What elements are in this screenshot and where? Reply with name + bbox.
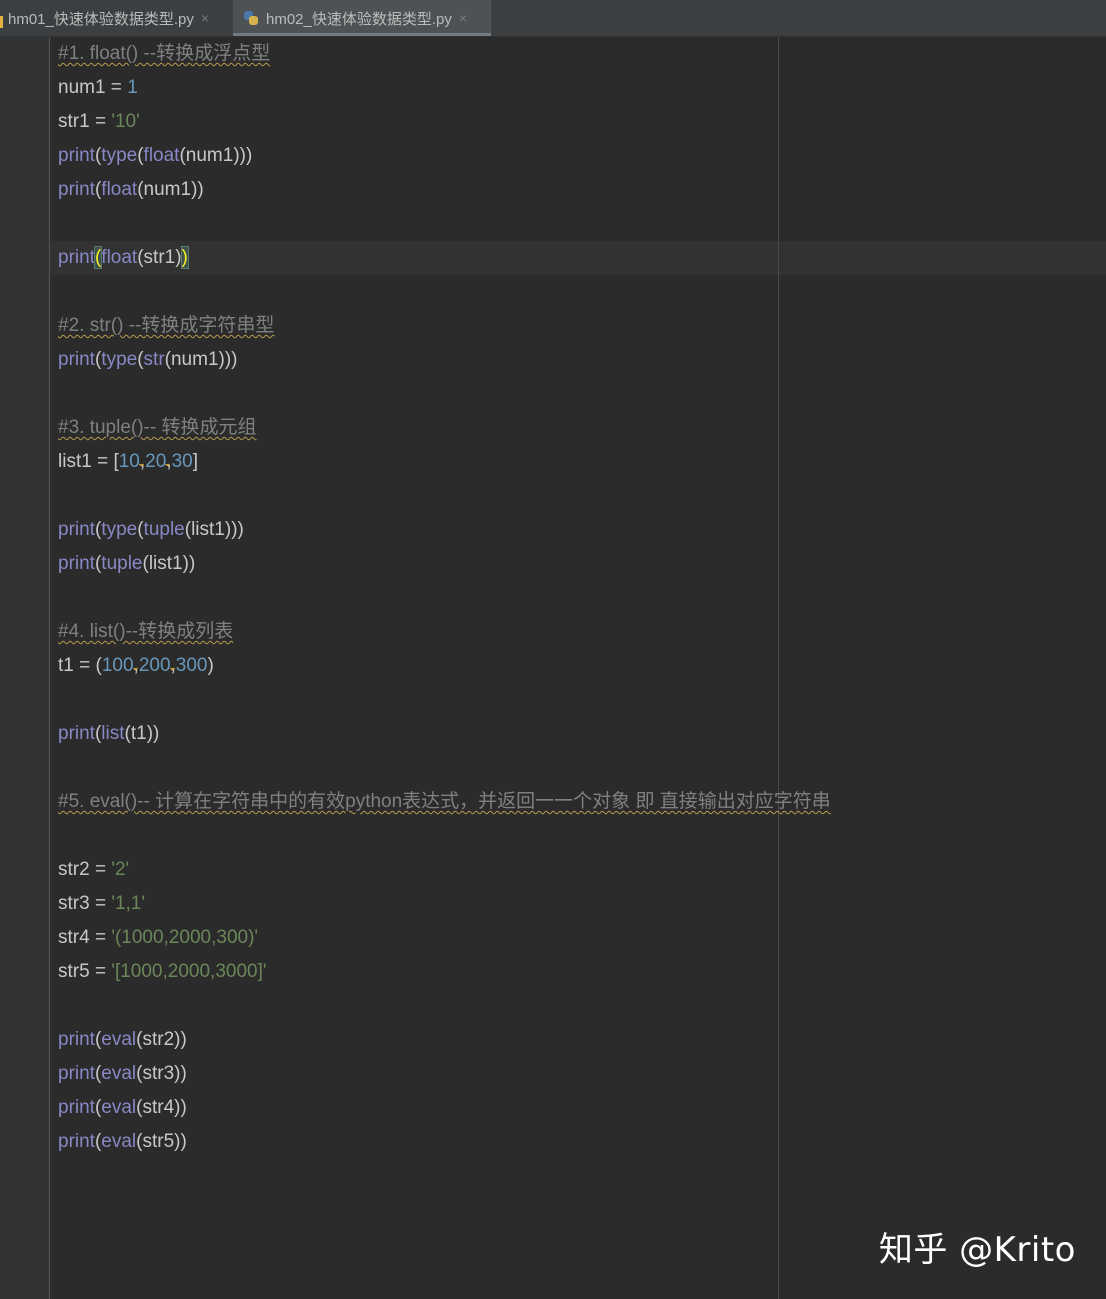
code-line[interactable]: print(list(t1)) [58, 717, 159, 751]
code-line[interactable]: str1 = '10' [58, 105, 140, 139]
code-line[interactable]: print(eval(str2)) [58, 1023, 187, 1057]
code-line[interactable]: t1 = (100,200,300) [58, 649, 214, 683]
python-file-icon [243, 10, 259, 26]
right-margin-guide [778, 37, 779, 1299]
line-gutter[interactable] [0, 37, 50, 1299]
code-line[interactable]: print(type(str(num1))) [58, 343, 238, 377]
code-line[interactable]: str5 = '[1000,2000,3000]' [58, 955, 267, 989]
code-line[interactable]: print(type(float(num1))) [58, 139, 252, 173]
editor-window: hm01_快速体验数据类型.py × hm02_快速体验数据类型.py × #1… [0, 0, 1106, 1299]
code-line[interactable]: print(eval(str3)) [58, 1057, 187, 1091]
code-line[interactable]: print(eval(str4)) [58, 1091, 187, 1125]
code-line[interactable]: #2. str() --转换成字符串型 [58, 309, 274, 343]
tab-label: hm01_快速体验数据类型.py [8, 10, 194, 28]
code-line[interactable]: list1 = [10,20,30] [58, 445, 198, 479]
current-line-highlight [50, 241, 1106, 275]
watermark: 知乎 @Krito [878, 1230, 1076, 1270]
tab-hm01[interactable]: hm01_快速体验数据类型.py × [0, 0, 230, 36]
code-line[interactable]: print(tuple(list1)) [58, 547, 195, 581]
code-line[interactable]: str3 = '1,1' [58, 887, 145, 921]
code-line[interactable]: #1. float() --转换成浮点型 [58, 37, 270, 71]
close-icon[interactable]: × [459, 10, 467, 26]
tab-hm02[interactable]: hm02_快速体验数据类型.py × [233, 0, 491, 36]
code-line[interactable]: #4. list()--转换成列表 [58, 615, 233, 649]
close-icon[interactable]: × [201, 10, 209, 26]
code-line[interactable]: #3. tuple()-- 转换成元组 [58, 411, 256, 445]
tab-label: hm02_快速体验数据类型.py [266, 10, 452, 28]
code-line[interactable]: str4 = '(1000,2000,300)' [58, 921, 258, 955]
code-line[interactable]: num1 = 1 [58, 71, 138, 105]
code-line[interactable]: print(type(tuple(list1))) [58, 513, 244, 547]
code-line[interactable]: str2 = '2' [58, 853, 129, 887]
code-line[interactable]: print(eval(str5)) [58, 1125, 187, 1159]
code-line[interactable]: #5. eval()-- 计算在字符串中的有效python表达式，并返回一一个对… [58, 785, 831, 819]
code-line[interactable]: print(float(str1)) [58, 241, 189, 275]
tab-bar: hm01_快速体验数据类型.py × hm02_快速体验数据类型.py × [0, 0, 1106, 37]
modified-indicator [0, 16, 3, 28]
code-line[interactable]: print(float(num1)) [58, 173, 204, 207]
